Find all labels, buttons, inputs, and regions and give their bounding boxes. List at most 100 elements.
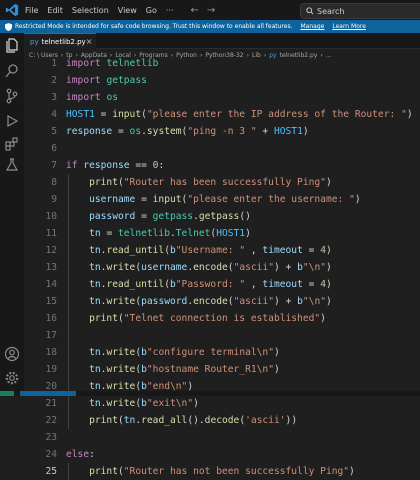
code-line[interactable]: 8 print("Router has been successfully Pi…	[24, 174, 420, 191]
remote-indicator[interactable]	[0, 391, 14, 396]
code-text: tn.write(password.encode("ascii") + b"\n…	[66, 293, 332, 310]
code-line[interactable]: 25 print("Router has not been successful…	[24, 463, 420, 480]
code-token: +	[285, 262, 298, 273]
code-text: tn.write(b"hostname Router_R1\n")	[66, 361, 280, 378]
code-line[interactable]: 21 tn.write(b"exit\n")	[24, 395, 420, 412]
restricted-mode-indicator[interactable]	[20, 391, 76, 396]
code-line[interactable]: 5 response = os.system("ping -n 3 " + HOS…	[24, 123, 420, 140]
code-token: import	[66, 92, 107, 103]
code-token: "please enter the username: "	[187, 194, 355, 205]
code-line[interactable]: 22 print(tn.read_all().decode('ascii'))	[24, 412, 420, 429]
line-number: 25	[45, 466, 57, 477]
search-icon	[306, 7, 314, 15]
code-area[interactable]: 1 import telnetlib 2 import getpass 3 import …	[24, 58, 420, 480]
code-line[interactable]: 1 import telnetlib	[24, 55, 420, 72]
line-number: 14	[45, 279, 57, 290]
code-text: print("Router has been successfully Ping…	[66, 174, 332, 191]
code-line[interactable]: 13 tn.write(username.encode("ascii") + b…	[24, 259, 420, 276]
code-line[interactable]: 16 print("Telnet connection is establish…	[24, 310, 420, 327]
code-token: "hostname Router_R1\n"	[146, 364, 274, 375]
code-text: print("Router has not been successfully …	[66, 463, 355, 480]
run-debug-icon[interactable]	[4, 113, 20, 129]
code-token: timeout	[262, 279, 303, 290]
shield-icon	[5, 22, 12, 31]
code-line[interactable]: 10 password = getpass.getpass()	[24, 208, 420, 225]
code-token: "ping -n 3 "	[187, 126, 257, 137]
restricted-mode-banner: Restricted Mode is intended for safe cod…	[0, 20, 420, 33]
menu-go[interactable]: Go	[146, 6, 157, 15]
code-line[interactable]: 6	[24, 140, 420, 157]
code-token: getpass	[198, 211, 240, 222]
code-line[interactable]: 12 tn.read_until(b"Username: " , timeout…	[24, 242, 420, 259]
forward-arrow-icon[interactable]: →	[207, 5, 215, 16]
code-line[interactable]: 23	[24, 429, 420, 446]
code-token: password	[141, 296, 188, 307]
code-line[interactable]: 15 tn.write(password.encode("ascii") + b…	[24, 293, 420, 310]
settings-gear-icon[interactable]	[4, 370, 20, 386]
code-token: )	[274, 296, 286, 307]
code-token: )	[349, 466, 355, 477]
menu-selection[interactable]: Selection	[72, 6, 109, 15]
code-token: response	[83, 160, 130, 171]
code-text: HOST1 = input("please enter the IP addre…	[66, 106, 413, 123]
explorer-files-icon[interactable]	[4, 37, 20, 53]
code-line[interactable]: 4 HOST1 = input("please enter the IP addr…	[24, 106, 420, 123]
code-line[interactable]: 18 tn.write(b"configure terminal\n")	[24, 344, 420, 361]
menu-edit[interactable]: Edit	[47, 6, 63, 15]
code-token: +	[256, 126, 274, 137]
code-token: import	[66, 75, 107, 86]
code-token: )	[320, 313, 326, 324]
code-token: =	[302, 279, 321, 290]
close-icon[interactable]: ×	[86, 37, 93, 46]
code-line[interactable]: 2 import getpass	[24, 72, 420, 89]
code-token: password	[89, 211, 136, 222]
code-text: tn.write(b"exit\n")	[66, 395, 199, 412]
code-line[interactable]: 9 username = input("please enter the use…	[24, 191, 420, 208]
code-token: import	[66, 58, 107, 69]
code-token: username	[89, 194, 136, 205]
line-number: 5	[51, 126, 57, 137]
code-token: ,	[245, 245, 263, 256]
code-token: tn	[89, 262, 101, 273]
account-icon[interactable]	[4, 346, 20, 362]
code-line[interactable]: 11 tn = telnetlib.Telnet(HOST1)	[24, 225, 420, 242]
code-token: )	[274, 262, 286, 273]
code-line[interactable]: 17	[24, 327, 420, 344]
testing-flask-icon[interactable]	[4, 157, 20, 173]
code-token: ()	[239, 211, 251, 222]
search-sidebar-icon[interactable]	[4, 63, 20, 79]
code-token: :	[89, 449, 95, 460]
indent-guide	[68, 463, 69, 480]
line-number: 24	[45, 449, 57, 460]
manage-link[interactable]: Manage	[301, 23, 325, 30]
extensions-icon[interactable]	[4, 136, 20, 152]
learn-more-link[interactable]: Learn More	[332, 23, 366, 30]
line-number: 15	[45, 296, 57, 307]
code-line[interactable]: 7 if response == 0:	[24, 157, 420, 174]
search-box[interactable]: Search	[300, 3, 420, 19]
code-token: tn	[89, 398, 101, 409]
code-line[interactable]: 24 else:	[24, 446, 420, 463]
source-control-icon[interactable]	[4, 88, 20, 104]
more-menu-icon[interactable]: ···	[166, 6, 174, 15]
code-token: =	[94, 109, 113, 120]
line-number: 4	[51, 109, 57, 120]
code-token: HOST1	[216, 228, 246, 239]
menu-view[interactable]: View	[118, 6, 137, 15]
code-line[interactable]: 19 tn.write(b"hostname Router_R1\n")	[24, 361, 420, 378]
tab-telnetlib2[interactable]: py telnetlib2.py ×	[24, 33, 96, 49]
code-text: tn.write(b"configure terminal\n")	[66, 344, 280, 361]
code-token: "Router has not been successfully Ping"	[123, 466, 350, 477]
code-line[interactable]: 3 import os	[24, 89, 420, 106]
back-arrow-icon[interactable]: ←	[190, 5, 198, 16]
code-line[interactable]: 14 tn.read_until(b"Password: " , timeout…	[24, 276, 420, 293]
code-token: write	[106, 398, 136, 409]
code-token: )	[245, 228, 251, 239]
code-token: username	[141, 262, 188, 273]
menu-file[interactable]: File	[25, 6, 38, 15]
